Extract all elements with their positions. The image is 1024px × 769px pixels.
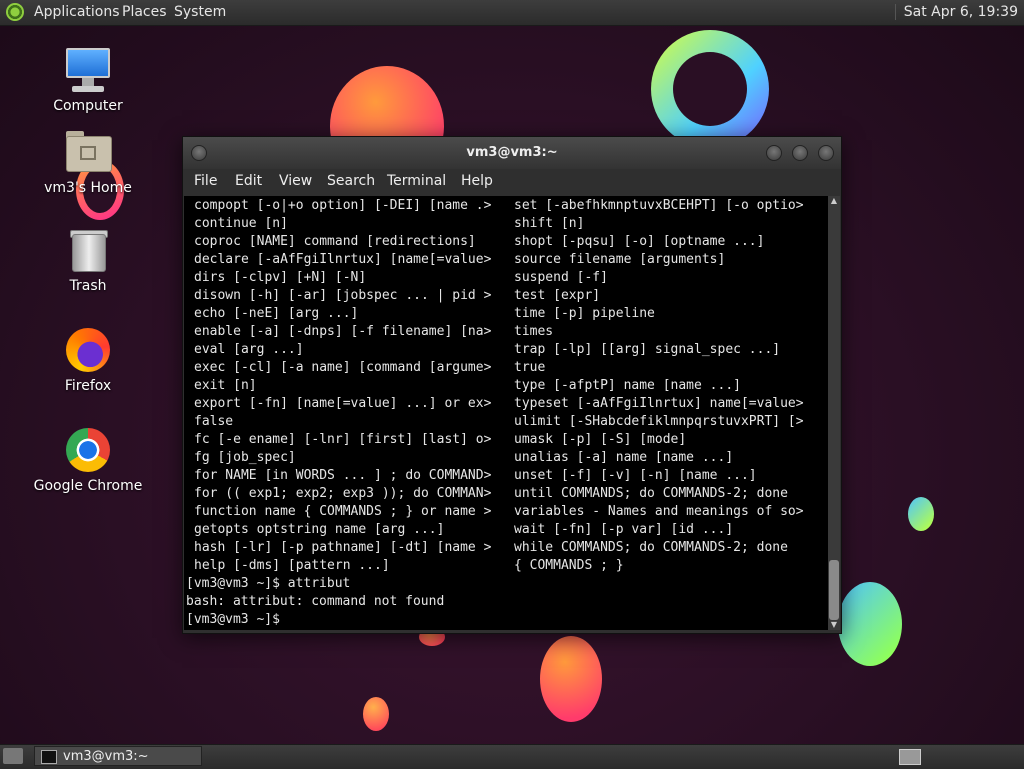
wallpaper-blue-blob-2 (908, 497, 934, 531)
workspace-switcher[interactable] (899, 749, 921, 765)
menu-terminal[interactable]: Terminal (387, 173, 446, 189)
minimize-button[interactable] (766, 145, 782, 161)
bottom-panel: vm3@vm3:~ (0, 744, 1024, 769)
terminal-line: help [-dms] [pattern ...] (194, 558, 390, 573)
menu-search[interactable]: Search (327, 173, 375, 189)
wallpaper-green-ring (651, 30, 769, 148)
menu-edit[interactable]: Edit (235, 173, 262, 189)
terminal-line: dirs [-clpv] [+N] [-N] (194, 270, 367, 285)
firefox-icon (64, 326, 112, 374)
distro-logo-icon[interactable] (6, 3, 24, 21)
terminal-line: disown [-h] [-ar] [jobspec ... | pid > (194, 288, 492, 303)
desktop-icon-chrome[interactable]: Google Chrome (28, 426, 148, 494)
terminal-line: unset [-f] [-v] [-n] [name ...] (514, 468, 757, 483)
scroll-down-icon[interactable]: ▼ (828, 620, 840, 630)
terminal-line: export [-fn] [name[=value] ...] or ex> (194, 396, 492, 411)
terminal-line: shift [n] (514, 216, 585, 231)
terminal-line: coproc [NAME] command [redirections] (194, 234, 476, 249)
system-menu[interactable]: System (174, 4, 226, 20)
menu-view[interactable]: View (279, 173, 312, 189)
terminal-line: compopt [-o|+o option] [-DEI] [name .> (194, 198, 492, 213)
terminal-line: while COMMANDS; do COMMANDS-2; done (514, 540, 788, 555)
terminal-line: shopt [-pqsu] [-o] [optname ...] (514, 234, 765, 249)
terminal-line: umask [-p] [-S] [mode] (514, 432, 687, 447)
terminal-line: test [expr] (514, 288, 601, 303)
wallpaper-orange-blob-2 (540, 636, 602, 722)
desktop-icon-label: Trash (69, 278, 107, 294)
desktop-icon-trash[interactable]: Trash (28, 226, 148, 294)
terminal-line: declare [-aAfFgiIlnrtux] [name[=value> (194, 252, 492, 267)
terminal-line: type [-afptP] name [name ...] (514, 378, 741, 393)
command-output: [vm3@vm3 ~]$ attribut bash: attribut: co… (186, 575, 444, 629)
maximize-button[interactable] (792, 145, 808, 161)
terminal-prompt[interactable]: [vm3@vm3 ~]$ (186, 611, 444, 629)
terminal-line: for NAME [in WORDS ... ] ; do COMMAND> (194, 468, 492, 483)
terminal-icon (41, 750, 57, 764)
terminal-line: typeset [-aAfFgiIlnrtux] name[=value> (514, 396, 804, 411)
taskbar-label: vm3@vm3:~ (63, 749, 149, 764)
window-titlebar[interactable]: vm3@vm3:~ (183, 137, 841, 169)
menu-help[interactable]: Help (461, 173, 493, 189)
terminal-line: ulimit [-SHabcdefiklmnpqrstuvxPRT] [> (514, 414, 804, 429)
terminal-line: until COMMANDS; do COMMANDS-2; done (514, 486, 788, 501)
terminal-line: [vm3@vm3 ~]$ attribut (186, 576, 351, 591)
terminal-line: trap [-lp] [[arg] signal_spec ...] (514, 342, 781, 357)
terminal-line: variables - Names and meanings of so> (514, 504, 804, 519)
computer-icon (64, 46, 112, 94)
desktop-icon-label: Google Chrome (33, 478, 143, 494)
scroll-up-icon[interactable]: ▲ (828, 196, 840, 206)
terminal-line: set [-abefhkmnptuvxBCEHPT] [-o optio> (514, 198, 804, 213)
terminal-line: fc [-e ename] [-lnr] [first] [last] o> (194, 432, 492, 447)
terminal-line: fg [job_spec] (194, 450, 296, 465)
terminal-line: eval [arg ...] (194, 342, 304, 357)
terminal-line: continue [n] (194, 216, 288, 231)
terminal-line: wait [-fn] [-p var] [id ...] (514, 522, 734, 537)
terminal-line: enable [-a] [-dnps] [-f filename] [na> (194, 324, 492, 339)
desktop-icon-firefox[interactable]: Firefox (28, 326, 148, 394)
terminal-line: time [-p] pipeline (514, 306, 655, 321)
terminal-line: getopts optstring name [arg ...] (194, 522, 445, 537)
wallpaper-orange-blob-3 (363, 697, 389, 731)
terminal-line: exec [-cl] [-a name] [command [argume> (194, 360, 492, 375)
terminal-line: for (( exp1; exp2; exp3 )); do COMMAN> (194, 486, 492, 501)
terminal-line: suspend [-f] (514, 270, 608, 285)
home-folder-icon (64, 128, 112, 176)
taskbar-terminal-button[interactable]: vm3@vm3:~ (34, 746, 202, 766)
terminal-line: bash: attribut: command not found (186, 594, 445, 609)
trash-icon (64, 226, 112, 274)
clock[interactable]: Sat Apr 6, 19:39 (894, 4, 1018, 20)
desktop-icon-label: Computer (53, 98, 123, 114)
terminal-line: hash [-lr] [-p pathname] [-dt] [name > (194, 540, 492, 555)
terminal-line: echo [-neE] [arg ...] (194, 306, 359, 321)
terminal-line: source filename [arguments] (514, 252, 726, 267)
top-panel: Applications Places System Sat Apr 6, 19… (0, 0, 1024, 26)
scrollbar-thumb[interactable] (829, 560, 839, 620)
wallpaper-blue-blob (838, 582, 902, 666)
help-right-column: set [-abefhkmnptuvxBCEHPT] [-o optio> sh… (514, 197, 804, 575)
desktop-icon-label: Firefox (64, 378, 112, 394)
terminal-line: exit [n] (194, 378, 257, 393)
chrome-icon (64, 426, 112, 474)
terminal-menubar: File Edit View Search Terminal Help (183, 169, 841, 195)
help-left-column: compopt [-o|+o option] [-DEI] [name .> c… (194, 197, 491, 575)
terminal-line: function name { COMMANDS ; } or name > (194, 504, 492, 519)
terminal-line: false (194, 414, 234, 429)
terminal-line: times (514, 324, 554, 339)
window-title: vm3@vm3:~ (466, 145, 558, 160)
terminal-window[interactable]: vm3@vm3:~ File Edit View Search Terminal… (182, 136, 842, 634)
places-menu[interactable]: Places (122, 4, 167, 20)
terminal-line: { COMMANDS ; } (514, 558, 624, 573)
terminal-line: unalias [-a] name [name ...] (514, 450, 734, 465)
terminal-scrollbar[interactable]: ▲ ▼ (828, 196, 840, 630)
desktop-icon-home[interactable]: vm3's Home (28, 128, 148, 196)
desktop-icon-label: vm3's Home (44, 180, 132, 196)
menu-file[interactable]: File (194, 173, 217, 189)
applications-menu[interactable]: Applications (34, 4, 120, 20)
show-desktop-icon[interactable] (3, 748, 23, 764)
terminal-output[interactable]: compopt [-o|+o option] [-DEI] [name .> c… (184, 196, 828, 630)
terminal-line: true (514, 360, 546, 375)
desktop-icon-computer[interactable]: Computer (28, 46, 148, 114)
close-button[interactable] (818, 145, 834, 161)
